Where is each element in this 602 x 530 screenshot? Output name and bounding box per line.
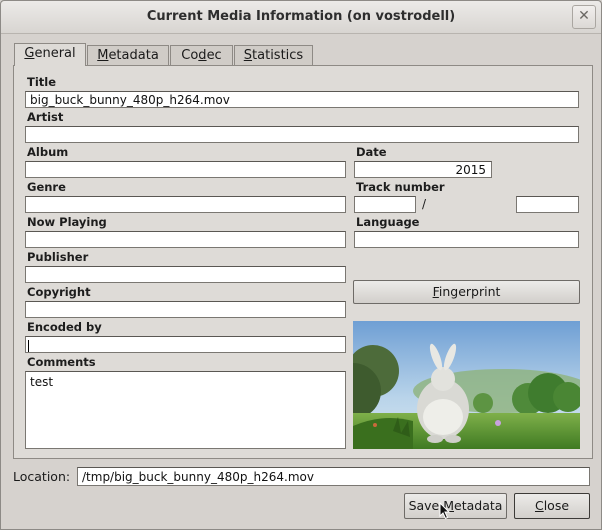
general-form: Title big_buck_bunny_480p_h264.mov Artis… [1, 1, 601, 529]
track-number-label: Track number [356, 180, 445, 194]
cover-art-image [353, 321, 580, 449]
genre-label: Genre [27, 180, 66, 194]
copyright-field[interactable] [25, 301, 346, 318]
publisher-field[interactable] [25, 266, 346, 283]
media-info-window: Current Media Information (on vostrodell… [0, 0, 602, 530]
now-playing-label: Now Playing [27, 215, 107, 229]
button-label: etadata [454, 498, 503, 513]
now-playing-field[interactable] [25, 231, 346, 248]
album-label: Album [27, 145, 69, 159]
encoded-by-field[interactable] [25, 336, 346, 353]
artist-field[interactable] [25, 126, 579, 143]
text-caret [28, 339, 29, 352]
location-field[interactable]: /tmp/big_buck_bunny_480p_h264.mov [77, 467, 590, 486]
mouse-pointer-icon [439, 501, 451, 523]
title-field[interactable]: big_buck_bunny_480p_h264.mov [25, 91, 579, 108]
button-label: lose [543, 498, 570, 513]
track-separator: / [422, 197, 427, 211]
artist-label: Artist [27, 110, 64, 124]
date-label: Date [356, 145, 387, 159]
title-label: Title [27, 75, 57, 89]
fingerprint-button[interactable]: Fingerprint [353, 280, 580, 304]
genre-field[interactable] [25, 196, 346, 213]
track-number-field[interactable] [354, 196, 416, 213]
copyright-label: Copyright [27, 285, 91, 299]
language-label: Language [356, 215, 420, 229]
comments-textarea[interactable]: test [25, 371, 346, 449]
encoded-by-label: Encoded by [27, 320, 102, 334]
language-field[interactable] [354, 231, 579, 248]
close-button[interactable]: Close [514, 493, 590, 519]
publisher-label: Publisher [27, 250, 89, 264]
location-label: Location: [13, 469, 71, 484]
comments-label: Comments [27, 355, 96, 369]
album-field[interactable] [25, 161, 346, 178]
button-label: ingerprint [438, 284, 501, 299]
save-metadata-button[interactable]: Save Metadata [404, 493, 507, 519]
button-accel: C [534, 498, 544, 513]
track-total-field[interactable] [516, 196, 579, 213]
date-field[interactable]: 2015 [354, 161, 492, 178]
